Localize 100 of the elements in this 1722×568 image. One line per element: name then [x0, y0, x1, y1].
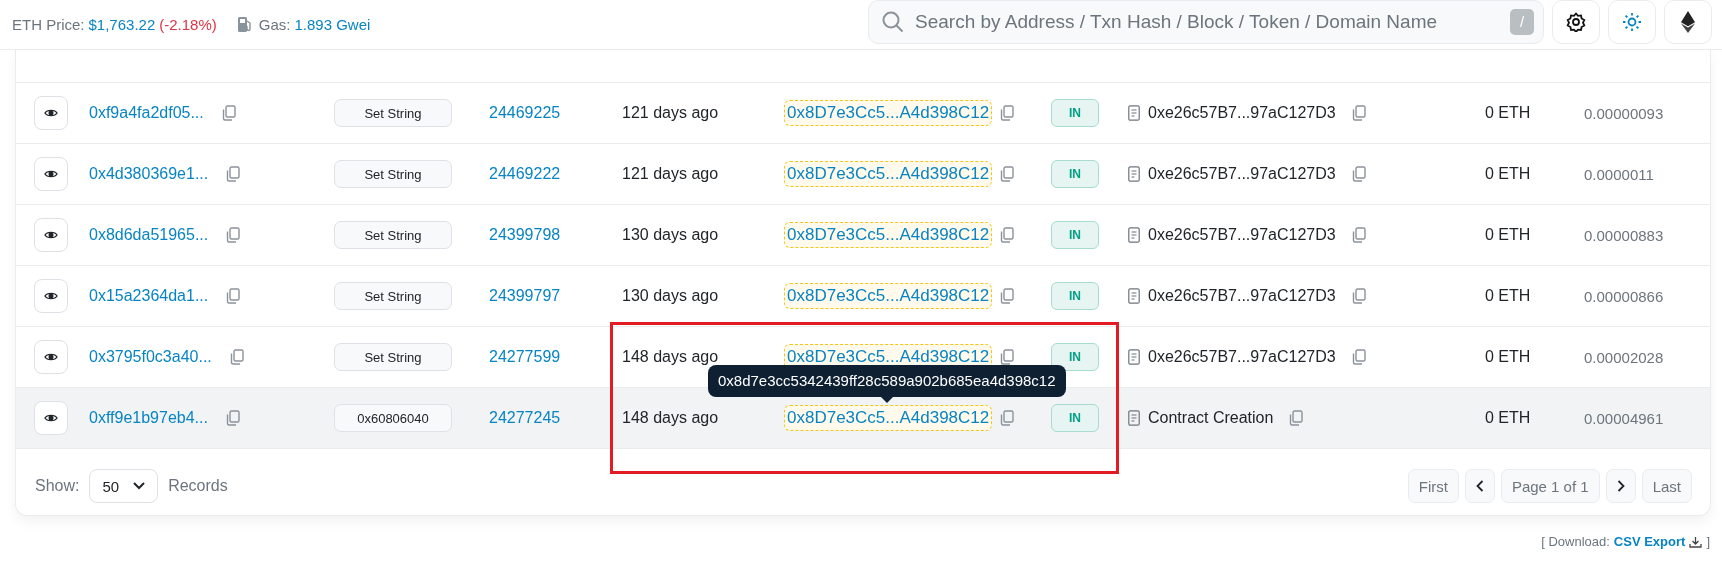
block-number[interactable]: 24469222: [489, 165, 561, 183]
csv-export-link[interactable]: CSV Export: [1613, 534, 1686, 549]
transaction-hash[interactable]: 0x15a2364da1...: [89, 287, 209, 305]
copy-icon[interactable]: [1000, 227, 1015, 243]
method-badge: Set String: [334, 221, 452, 249]
to-address: Contract Creation: [1148, 409, 1274, 427]
transaction-hash[interactable]: 0xf9a4fa2df05...: [89, 104, 204, 122]
from-address[interactable]: 0x8D7e3Cc5...A4d398C12: [784, 161, 993, 187]
copy-icon[interactable]: [1351, 349, 1366, 365]
eye-icon: [44, 169, 58, 179]
download-icon: [1689, 535, 1703, 548]
sun-icon: [1622, 11, 1642, 32]
theme-button[interactable]: [1608, 0, 1656, 44]
copy-icon[interactable]: [1000, 105, 1015, 121]
to-address: 0xe26c57B7...97aC127D3: [1148, 287, 1336, 305]
block-number[interactable]: 24469225: [489, 104, 561, 122]
block-number[interactable]: 24399798: [489, 226, 561, 244]
ethereum-icon: [1681, 10, 1695, 33]
copy-icon[interactable]: [1000, 349, 1015, 365]
transaction-hash[interactable]: 0xff9e1b97eb4...: [89, 409, 208, 427]
view-button[interactable]: [34, 279, 68, 313]
view-button[interactable]: [34, 96, 68, 130]
first-page-button[interactable]: First: [1407, 469, 1459, 503]
view-button[interactable]: [34, 218, 68, 252]
page-size-select[interactable]: 50: [89, 469, 159, 503]
copy-icon[interactable]: [1351, 227, 1366, 243]
network-button[interactable]: [1664, 0, 1712, 44]
from-address[interactable]: 0x8D7e3Cc5...A4d398C12: [784, 283, 993, 309]
view-button[interactable]: [34, 401, 68, 435]
to-address: 0xe26c57B7...97aC127D3: [1148, 165, 1336, 183]
method-badge: Set String: [334, 282, 452, 310]
address-tooltip: 0x8d7e3cc5342439ff28c589a902b685ea4d398c12: [708, 365, 1066, 397]
transaction-value: 0 ETH: [1485, 348, 1531, 366]
transaction-fee: 0.00000093: [1584, 104, 1664, 122]
transaction-hash[interactable]: 0x3795f0c3a40...: [89, 348, 212, 366]
copy-icon[interactable]: [1000, 288, 1015, 304]
direction-badge: IN: [1051, 160, 1099, 188]
transaction-age: 121 days ago: [622, 165, 719, 183]
transaction-value: 0 ETH: [1485, 165, 1531, 183]
direction-badge: IN: [1051, 99, 1099, 127]
transaction-age: 130 days ago: [622, 287, 719, 305]
transaction-hash[interactable]: 0x4d380369e1...: [89, 165, 209, 183]
previous-page-button[interactable]: [1464, 469, 1495, 503]
transaction-fee: 0.00004961: [1584, 409, 1664, 427]
chevron-down-icon: [133, 482, 146, 490]
next-page-button[interactable]: [1605, 469, 1636, 503]
eye-icon: [44, 108, 58, 118]
copy-icon[interactable]: [226, 166, 241, 182]
block-number[interactable]: 24277245: [489, 409, 561, 427]
settings-icon: [1566, 11, 1586, 32]
gas-price[interactable]: 1.893 Gwei: [294, 16, 371, 33]
block-number[interactable]: 24277599: [489, 348, 561, 366]
copy-icon[interactable]: [1351, 166, 1366, 182]
copy-icon[interactable]: [226, 227, 241, 243]
copy-icon[interactable]: [229, 349, 244, 365]
block-number[interactable]: 24399797: [489, 287, 561, 305]
gas-label: Gas:: [258, 16, 291, 33]
tooltip-pointer-icon: [880, 397, 893, 403]
transaction-fee: 0.0000011: [1584, 165, 1654, 183]
copy-icon[interactable]: [221, 105, 236, 121]
direction-badge: IN: [1051, 404, 1099, 432]
copy-icon[interactable]: [1351, 288, 1366, 304]
direction-badge: IN: [1051, 221, 1099, 249]
document-icon: [1128, 349, 1140, 365]
copy-icon[interactable]: [1000, 166, 1015, 182]
transaction-fee: 0.00000866: [1584, 287, 1664, 305]
view-button[interactable]: [34, 340, 68, 374]
eth-price[interactable]: $1,763.22: [88, 16, 156, 33]
document-icon: [1128, 166, 1140, 182]
to-address: 0xe26c57B7...97aC127D3: [1148, 226, 1336, 244]
copy-icon[interactable]: [1000, 410, 1015, 426]
view-button[interactable]: [34, 157, 68, 191]
settings-button[interactable]: [1552, 0, 1600, 44]
fuel-pump-icon: [236, 16, 253, 33]
transaction-hash[interactable]: 0x8d6da51965...: [89, 226, 209, 244]
method-badge: 0x60806040: [334, 404, 452, 432]
to-address: 0xe26c57B7...97aC127D3: [1148, 104, 1336, 122]
transaction-value: 0 ETH: [1485, 409, 1531, 427]
transaction-value: 0 ETH: [1485, 287, 1531, 305]
eye-icon: [44, 352, 58, 362]
transaction-age: 130 days ago: [622, 226, 719, 244]
last-page-button[interactable]: Last: [1641, 469, 1692, 503]
transaction-age: 148 days ago: [622, 409, 719, 427]
shortcut-key: /: [1510, 8, 1534, 35]
copy-icon[interactable]: [226, 288, 241, 304]
eye-icon: [44, 291, 58, 301]
copy-icon[interactable]: [1351, 105, 1366, 121]
records-label: Records: [168, 477, 228, 495]
show-label: Show:: [35, 477, 80, 495]
from-address[interactable]: 0x8D7e3Cc5...A4d398C12: [784, 405, 993, 431]
chevron-left-icon: [1475, 480, 1484, 492]
from-address[interactable]: 0x8D7e3Cc5...A4d398C12: [784, 222, 993, 248]
copy-icon[interactable]: [225, 410, 240, 426]
transaction-value: 0 ETH: [1485, 226, 1531, 244]
copy-icon[interactable]: [1289, 410, 1304, 426]
from-address[interactable]: 0x8D7e3Cc5...A4d398C12: [784, 100, 993, 126]
transaction-age: 148 days ago: [622, 348, 719, 366]
eye-icon: [44, 413, 58, 423]
eye-icon: [44, 230, 58, 240]
chevron-right-icon: [1616, 480, 1625, 492]
